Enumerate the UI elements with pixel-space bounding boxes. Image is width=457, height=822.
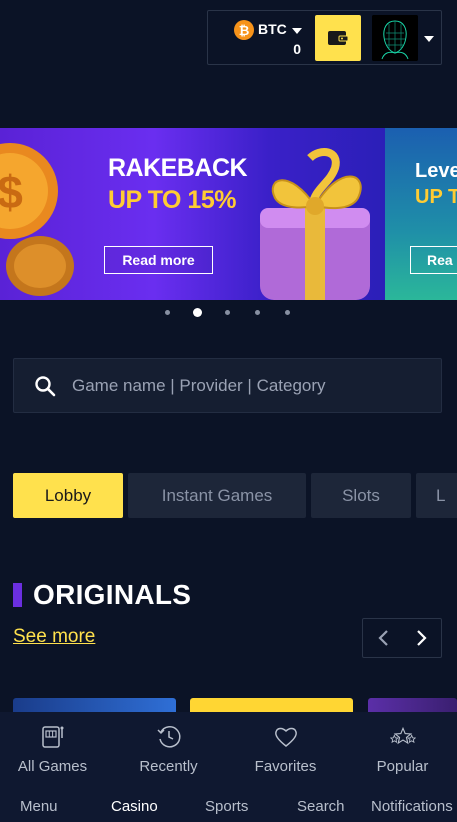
banner-title: RAKEBACK bbox=[108, 154, 248, 182]
subnav-favorites[interactable]: Favorites bbox=[227, 712, 344, 792]
subnav-popular[interactable]: Popular bbox=[344, 712, 457, 792]
carousel-dot-active[interactable] bbox=[193, 308, 202, 317]
carousel-navigation bbox=[362, 618, 442, 658]
game-card[interactable] bbox=[368, 698, 457, 712]
next-button[interactable] bbox=[402, 619, 441, 657]
nav-search[interactable]: Search bbox=[297, 798, 345, 815]
slot-machine-icon bbox=[41, 726, 63, 748]
tab-next[interactable]: L bbox=[416, 473, 457, 518]
chevron-down-icon[interactable] bbox=[292, 28, 302, 34]
banner-subtitle: UP TO 15% bbox=[108, 186, 236, 214]
search-bar[interactable] bbox=[13, 358, 442, 413]
carousel-dot[interactable] bbox=[255, 310, 260, 315]
promo-banner[interactable]: $ RAKEBACK UP TO 15% Read more Leve UP T… bbox=[0, 128, 457, 300]
avatar[interactable] bbox=[372, 15, 418, 61]
read-more-button[interactable]: Read more bbox=[104, 246, 213, 274]
read-more-button[interactable]: Rea bbox=[410, 246, 457, 274]
subnav-label: Favorites bbox=[254, 758, 317, 775]
subnav-label: All Games bbox=[17, 758, 88, 775]
game-card[interactable] bbox=[190, 698, 353, 712]
game-card[interactable] bbox=[13, 698, 176, 712]
subnav-label: Recently bbox=[139, 758, 198, 775]
nav-menu[interactable]: Menu bbox=[20, 798, 58, 815]
wallet-icon bbox=[328, 31, 349, 45]
tab-slots[interactable]: Slots bbox=[311, 473, 411, 518]
banner-slide-level[interactable]: Leve UP T Rea bbox=[385, 128, 457, 300]
section-accent-bar bbox=[13, 583, 22, 607]
currency-selector[interactable]: BTC bbox=[258, 21, 287, 37]
wallet-button[interactable] bbox=[315, 15, 361, 61]
carousel-dot[interactable] bbox=[225, 310, 230, 315]
stars-icon bbox=[389, 726, 416, 745]
history-icon bbox=[156, 726, 180, 748]
previous-button[interactable] bbox=[363, 619, 402, 657]
carousel-dot[interactable] bbox=[165, 310, 170, 315]
tab-lobby[interactable]: Lobby bbox=[13, 473, 123, 518]
heart-icon bbox=[274, 727, 297, 747]
tab-instant-games[interactable]: Instant Games bbox=[128, 473, 306, 518]
subnav-all-games[interactable]: All Games bbox=[0, 712, 111, 792]
banner-title: Leve bbox=[415, 160, 457, 182]
banner-subtitle: UP T bbox=[415, 186, 457, 208]
search-input[interactable] bbox=[72, 359, 432, 412]
coin-stack-illustration: $ bbox=[0, 143, 74, 296]
wallet-panel: ₿ BTC 0 bbox=[207, 10, 442, 65]
chevron-left-icon bbox=[377, 630, 388, 646]
bottom-navigation: All Games Recently Favorites Popular Men… bbox=[0, 712, 457, 822]
carousel-dots bbox=[0, 307, 457, 319]
subnav-label: Popular bbox=[376, 758, 429, 775]
banner-slide-rakeback[interactable]: $ RAKEBACK UP TO 15% Read more bbox=[0, 128, 385, 300]
gift-box-illustration bbox=[260, 148, 370, 300]
nav-casino[interactable]: Casino bbox=[111, 798, 158, 815]
nav-notifications[interactable]: Notifications bbox=[371, 798, 453, 815]
carousel-dot[interactable] bbox=[285, 310, 290, 315]
section-title: ORIGINALS bbox=[33, 579, 192, 610]
chevron-right-icon bbox=[416, 630, 427, 646]
profile-menu-chevron-icon[interactable] bbox=[424, 36, 434, 42]
subnav-recently[interactable]: Recently bbox=[110, 712, 227, 792]
svg-text:$: $ bbox=[0, 166, 23, 218]
bitcoin-icon: ₿ bbox=[234, 20, 254, 40]
category-tabs: Lobby Instant Games Slots L bbox=[13, 473, 457, 518]
balance-value: 0 bbox=[293, 41, 301, 57]
see-more-link[interactable]: See more bbox=[13, 626, 95, 648]
nav-sports[interactable]: Sports bbox=[205, 798, 248, 815]
search-icon bbox=[35, 376, 56, 397]
